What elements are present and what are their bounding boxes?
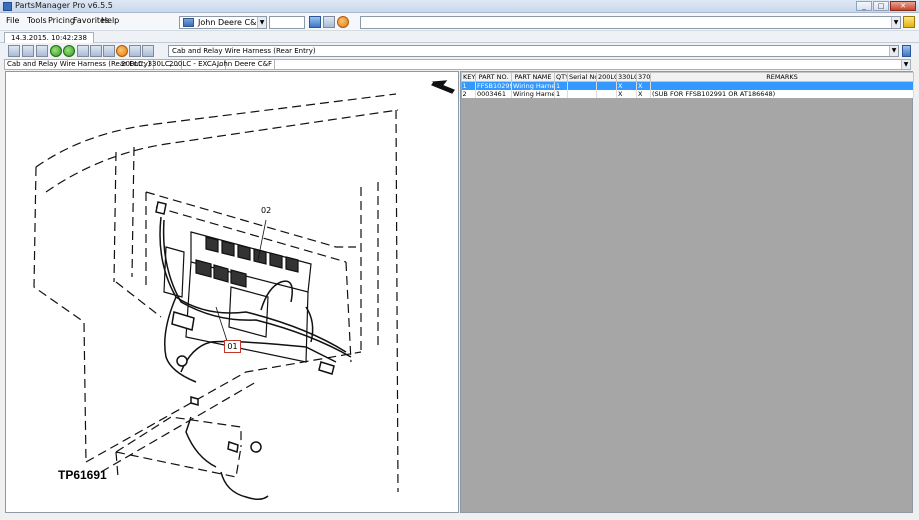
stop-icon[interactable] bbox=[337, 16, 349, 28]
home-icon[interactable] bbox=[8, 45, 20, 57]
address-field[interactable]: ▼ bbox=[360, 16, 901, 29]
zoom-icon[interactable] bbox=[103, 45, 115, 57]
menu-pricing[interactable]: Pricing bbox=[48, 16, 75, 25]
callout-02[interactable]: 02 bbox=[261, 206, 271, 215]
chevron-down-icon[interactable]: ▼ bbox=[891, 17, 900, 28]
minimize-button[interactable]: _ bbox=[856, 1, 872, 11]
cell-330lc: X bbox=[616, 90, 637, 98]
cab-frame-lines bbox=[33, 93, 399, 493]
cell-serial bbox=[567, 81, 597, 90]
chevron-down-icon[interactable]: ▼ bbox=[257, 17, 266, 28]
table-header: KEY PART NO. PART NAME QTY Serial No. 20… bbox=[461, 72, 914, 82]
column-header-part-no[interactable]: PART NO. bbox=[475, 72, 512, 82]
cell-200lc bbox=[596, 90, 617, 98]
column-header-qty[interactable]: QTY bbox=[554, 72, 568, 82]
cell-370: X bbox=[636, 81, 651, 90]
cell-part-name: Wiring Harness bbox=[511, 90, 555, 98]
dealer-select-value: John Deere C&F bbox=[198, 18, 261, 27]
parts-table: KEY PART NO. PART NAME QTY Serial No. 20… bbox=[461, 72, 914, 98]
page-icon[interactable] bbox=[90, 45, 102, 57]
figure-id: TP61691 bbox=[58, 468, 107, 482]
back-arrow-icon[interactable] bbox=[50, 45, 62, 57]
window-title: PartsManager Pro v6.5.5 bbox=[15, 1, 113, 10]
menu-file[interactable]: File bbox=[6, 16, 19, 25]
chevron-down-icon[interactable]: ▼ bbox=[889, 46, 898, 56]
tab-bar: 14.3.2015. 10:42:238 bbox=[0, 31, 919, 43]
binoculars-icon[interactable] bbox=[309, 16, 321, 28]
column-header-200lc[interactable]: 200LC bbox=[596, 72, 617, 82]
parts-list-pane: KEY PART NO. PART NAME QTY Serial No. 20… bbox=[460, 71, 914, 513]
search-input[interactable] bbox=[269, 16, 305, 29]
menu-help[interactable]: Help bbox=[101, 16, 119, 25]
cell-qty: 1 bbox=[554, 81, 568, 90]
find-icon[interactable] bbox=[323, 16, 335, 28]
cell-200lc bbox=[596, 81, 617, 90]
star-icon[interactable] bbox=[903, 16, 915, 28]
menu-tools[interactable]: Tools bbox=[27, 16, 47, 25]
window-controls: _ □ ✕ bbox=[856, 1, 916, 11]
bookmark-icon[interactable] bbox=[902, 45, 911, 57]
table-row[interactable]: 1 FFSB102990 Wiring Harness 1 X X bbox=[461, 81, 914, 90]
wiring-harness-diagram bbox=[33, 80, 455, 500]
cell-key: 2 bbox=[461, 90, 476, 98]
column-header-330lc[interactable]: 330LC bbox=[616, 72, 637, 82]
fit-icon[interactable] bbox=[77, 45, 89, 57]
stop-icon[interactable] bbox=[116, 45, 128, 57]
maximize-button[interactable]: □ bbox=[873, 1, 889, 11]
gear-icon[interactable] bbox=[129, 45, 141, 57]
cell-part-no: FFSB102990 bbox=[475, 81, 512, 90]
column-header-part-name[interactable]: PART NAME bbox=[511, 72, 555, 82]
cell-key: 1 bbox=[461, 81, 476, 90]
cell-part-no: 0003461 bbox=[475, 90, 512, 98]
column-header-remarks[interactable]: REMARKS bbox=[650, 72, 914, 82]
tab-session[interactable]: 14.3.2015. 10:42:238 bbox=[4, 32, 94, 43]
cell-370: X bbox=[636, 90, 651, 98]
cell-serial bbox=[567, 90, 597, 98]
dealer-icon bbox=[183, 18, 194, 27]
print-icon[interactable] bbox=[22, 45, 34, 57]
column-header-serial[interactable]: Serial No. bbox=[567, 72, 597, 82]
column-header-key[interactable]: KEY bbox=[461, 72, 476, 82]
breadcrumb-dealer[interactable]: John Deere C&F bbox=[215, 60, 276, 69]
parts-diagram-pane[interactable]: 01 02 TP61691 bbox=[5, 71, 459, 513]
table-row[interactable]: 2 0003461 Wiring Harness 1 X X (SUB FOR … bbox=[461, 90, 914, 98]
minus-icon[interactable] bbox=[36, 45, 48, 57]
column-header-370[interactable]: 370 bbox=[636, 72, 651, 82]
cell-330lc: X bbox=[616, 81, 637, 90]
cell-remarks: (SUB FOR FFSB102991 OR AT186648) bbox=[650, 90, 914, 98]
cell-part-name: Wiring Harness bbox=[511, 81, 555, 90]
cell-qty: 1 bbox=[554, 90, 568, 98]
callout-01[interactable]: 01 bbox=[224, 340, 241, 353]
breadcrumb: Cab and Relay Wire Harness (Rear Entry) … bbox=[4, 59, 911, 70]
app-icon bbox=[3, 2, 12, 11]
forward-arrow-icon[interactable] bbox=[63, 45, 75, 57]
assembly-select[interactable]: Cab and Relay Wire Harness (Rear Entry) … bbox=[168, 45, 899, 57]
chevron-down-icon[interactable]: ▼ bbox=[901, 60, 910, 69]
title-bar: PartsManager Pro v6.5.5 _ □ ✕ bbox=[0, 0, 919, 13]
cell-remarks bbox=[650, 81, 914, 90]
dealer-select[interactable]: John Deere C&F ▼ bbox=[179, 16, 267, 29]
help-icon[interactable] bbox=[142, 45, 154, 57]
assembly-select-value: Cab and Relay Wire Harness (Rear Entry) bbox=[172, 47, 316, 55]
direction-arrow-icon bbox=[431, 80, 455, 94]
tab-label: 14.3.2015. 10:42:238 bbox=[11, 34, 87, 42]
close-button[interactable]: ✕ bbox=[890, 1, 916, 11]
